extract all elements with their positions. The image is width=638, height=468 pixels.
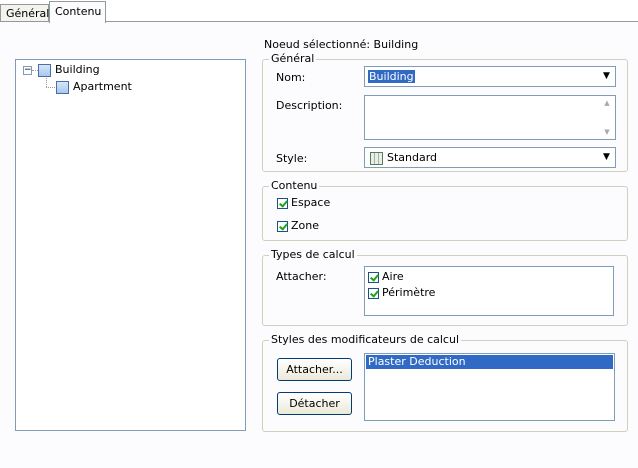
aire-checkbox[interactable]: Aire: [368, 269, 404, 285]
selected-node-text: Noeud sélectionné: Building: [264, 38, 419, 51]
calc-types-legend: Types de calcul: [269, 248, 357, 261]
chevron-down-icon[interactable]: ▼: [598, 67, 615, 86]
checkbox-checked-icon[interactable]: [368, 287, 379, 299]
content-tree[interactable]: − Building Apartment: [15, 59, 246, 431]
detach-button[interactable]: Détacher: [277, 392, 352, 415]
checkbox-checked-icon[interactable]: [277, 220, 288, 232]
apartment-node-icon: [56, 80, 69, 94]
tree-node-building[interactable]: Building: [38, 62, 100, 78]
tab-general[interactable]: Général: [0, 4, 49, 21]
tree-node-label: Apartment: [73, 80, 132, 93]
aire-label: Aire: [382, 270, 404, 283]
tree-node-label: Building: [55, 63, 100, 76]
scroll-down-icon[interactable]: ▼: [600, 128, 614, 136]
modifiers-legend: Styles des modificateurs de calcul: [269, 333, 462, 346]
style-icon: [370, 151, 383, 165]
tree-node-apartment[interactable]: Apartment: [56, 79, 132, 95]
perimetre-label: Périmètre: [382, 286, 436, 299]
zone-label: Zone: [291, 219, 320, 232]
content-legend: Contenu: [269, 179, 320, 192]
name-label: Nom:: [276, 71, 306, 84]
building-node-icon: [38, 63, 51, 77]
name-value: Building: [368, 70, 415, 83]
zone-checkbox[interactable]: Zone: [277, 218, 319, 234]
modifier-list-item[interactable]: Plaster Deduction: [366, 355, 613, 369]
style-value: Standard: [387, 151, 438, 164]
collapse-icon[interactable]: −: [23, 66, 32, 75]
name-combo[interactable]: Building ▼: [364, 66, 616, 87]
tree-connector: [46, 78, 47, 87]
chevron-down-icon[interactable]: ▼: [598, 148, 615, 167]
tab-strip: Général Contenu: [0, 0, 638, 23]
style-combo[interactable]: Standard ▼: [364, 147, 616, 168]
attach-button[interactable]: Attacher...: [277, 358, 352, 381]
style-label: Style:: [276, 152, 308, 165]
style-value-wrap: Standard: [369, 151, 438, 165]
calc-types-list[interactable]: Aire Périmètre: [364, 266, 614, 316]
modifiers-list[interactable]: Plaster Deduction: [364, 353, 615, 421]
espace-label: Espace: [291, 196, 331, 209]
scroll-up-icon[interactable]: ▲: [600, 99, 614, 107]
espace-checkbox[interactable]: Espace: [277, 195, 330, 211]
description-label: Description:: [276, 99, 343, 112]
checkbox-checked-icon[interactable]: [368, 271, 379, 283]
description-scrollbar[interactable]: ▲ ▼: [600, 97, 614, 138]
checkbox-checked-icon[interactable]: [277, 197, 288, 209]
tree-connector: [46, 87, 55, 88]
general-legend: Général: [269, 52, 317, 65]
description-field[interactable]: ▲ ▼: [364, 95, 616, 140]
attach-label: Attacher:: [276, 270, 327, 283]
tab-content[interactable]: Contenu: [49, 1, 106, 23]
perimetre-checkbox[interactable]: Périmètre: [368, 285, 435, 301]
